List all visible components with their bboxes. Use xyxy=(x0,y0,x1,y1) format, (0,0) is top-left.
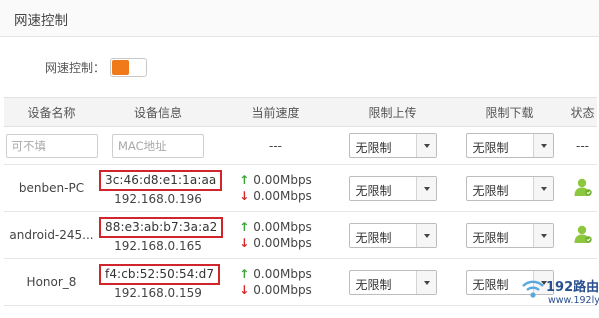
column-header-device-info: 设备信息 xyxy=(99,97,217,127)
mac-address: 3c:46:d8:e1:1a:aa xyxy=(99,169,223,191)
select-value: 无限制 xyxy=(472,277,509,292)
user-online-icon[interactable] xyxy=(573,224,593,244)
select-value: 无限制 xyxy=(472,141,509,155)
upload-speed: 0.00Mbps xyxy=(253,220,312,234)
page-title: 网速控制 xyxy=(14,13,68,29)
download-arrow-icon: ↓ xyxy=(239,236,250,250)
ip-address: 192.168.0.196 xyxy=(114,191,202,206)
filter-row: --- 无限制 无限制 --- xyxy=(4,126,597,165)
ip-address: 192.168.0.165 xyxy=(114,238,202,253)
table-header-row: 设备名称 设备信息 当前速度 限制上传 限制下载 状态 xyxy=(4,97,597,127)
watermark-url: www.192ly.com xyxy=(548,295,599,306)
download-limit-select[interactable]: 无限制 xyxy=(465,175,554,201)
upload-limit-select[interactable]: 无限制 xyxy=(348,269,437,295)
speed-control-row: 网速控制： xyxy=(45,57,148,77)
chevron-down-icon xyxy=(532,176,553,200)
device-name: Honor_8 xyxy=(4,258,99,306)
column-header-status: 状态 xyxy=(568,97,597,127)
select-value: 无限制 xyxy=(355,230,392,245)
chevron-down-icon xyxy=(415,270,436,294)
upload-limit-select[interactable]: 无限制 xyxy=(348,175,437,201)
select-value: 无限制 xyxy=(472,230,509,245)
filter-status-placeholder: --- xyxy=(568,126,597,165)
upload-limit-select[interactable]: 无限制 xyxy=(348,222,437,248)
column-header-upload-limit: 限制上传 xyxy=(334,97,451,127)
mac-address: f4:cb:52:50:54:d7 xyxy=(99,263,221,285)
filter-upload-limit-select[interactable]: 无限制 xyxy=(348,133,437,158)
column-header-current-speed: 当前速度 xyxy=(217,97,334,127)
table-row: Honor_8 f4:cb:52:50:54:d7 192.168.0.159 … xyxy=(4,258,597,306)
speed-control-label: 网速控制： xyxy=(45,60,106,75)
current-speed: ↑ 0.00Mbps ↓ 0.00Mbps xyxy=(239,219,312,251)
download-limit-select[interactable]: 无限制 xyxy=(465,222,554,248)
select-value: 无限制 xyxy=(355,277,392,292)
device-name: android-245... xyxy=(4,211,99,259)
device-name-filter-input[interactable] xyxy=(5,133,98,158)
download-arrow-icon: ↓ xyxy=(239,283,250,297)
column-header-device-name: 设备名称 xyxy=(4,97,99,127)
upload-arrow-icon: ↑ xyxy=(239,267,250,281)
watermark-logo: 192路由网 www.192ly.com xyxy=(520,273,599,315)
mac-filter-input[interactable] xyxy=(112,133,204,158)
upload-arrow-icon: ↑ xyxy=(239,173,250,187)
download-speed: 0.00Mbps xyxy=(253,283,312,297)
current-speed: ↑ 0.00Mbps ↓ 0.00Mbps xyxy=(239,172,312,204)
chevron-down-icon xyxy=(415,176,436,200)
column-header-download-limit: 限制下载 xyxy=(451,97,568,127)
header-bar: 网速控制 xyxy=(0,0,599,37)
wifi-icon xyxy=(522,280,544,298)
ip-address: 192.168.0.159 xyxy=(114,285,202,300)
toggle-knob xyxy=(112,59,130,75)
speed-control-toggle[interactable] xyxy=(110,57,148,77)
upload-speed: 0.00Mbps xyxy=(253,267,312,281)
chevron-down-icon xyxy=(415,134,436,157)
device-name: benben-PC xyxy=(4,164,99,212)
select-value: 无限制 xyxy=(355,141,392,155)
select-value: 无限制 xyxy=(472,183,509,198)
filter-download-limit-select[interactable]: 无限制 xyxy=(465,133,554,158)
watermark-brand: 192路由网 xyxy=(546,280,599,295)
download-speed: 0.00Mbps xyxy=(253,236,312,250)
download-speed: 0.00Mbps xyxy=(253,189,312,203)
upload-arrow-icon: ↑ xyxy=(239,220,250,234)
chevron-down-icon xyxy=(532,223,553,247)
download-arrow-icon: ↓ xyxy=(239,189,250,203)
mac-address: 88:e3:ab:b7:3a:a2 xyxy=(99,216,224,238)
table-row: android-245... 88:e3:ab:b7:3a:a2 192.168… xyxy=(4,211,597,259)
filter-speed-placeholder: --- xyxy=(217,126,334,165)
device-table: 设备名称 设备信息 当前速度 限制上传 限制下载 状态 --- 无限制 无限制 xyxy=(4,97,597,306)
current-speed: ↑ 0.00Mbps ↓ 0.00Mbps xyxy=(239,266,312,298)
user-online-icon[interactable] xyxy=(573,177,593,197)
chevron-down-icon xyxy=(415,223,436,247)
upload-speed: 0.00Mbps xyxy=(253,173,312,187)
chevron-down-icon xyxy=(532,134,553,157)
table-row: benben-PC 3c:46:d8:e1:1a:aa 192.168.0.19… xyxy=(4,164,597,212)
select-value: 无限制 xyxy=(355,183,392,198)
